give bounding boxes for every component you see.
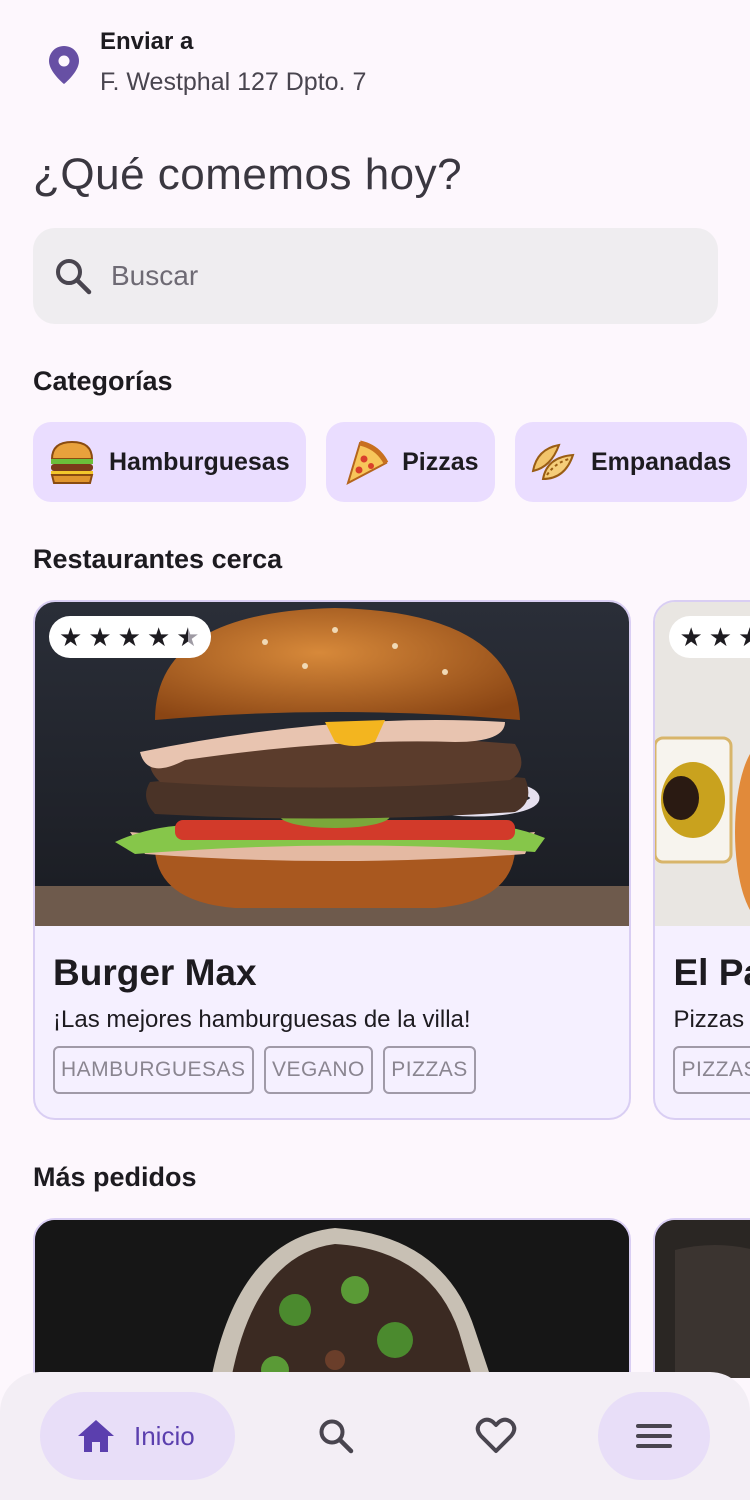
nav-favorites-button[interactable] [452, 1392, 540, 1480]
empanada-icon [531, 443, 575, 481]
category-chip-hamburguesas[interactable]: Hamburguesas [33, 422, 306, 502]
popular-carousel[interactable] [33, 1218, 750, 1378]
star-icon: ★ [679, 622, 703, 652]
menu-icon [636, 1424, 672, 1448]
nav-menu-button[interactable] [598, 1392, 710, 1480]
heart-icon [475, 1417, 517, 1453]
star-icon: ★ [59, 622, 83, 652]
tag: PIZZAS [383, 1046, 476, 1094]
nav-home-button[interactable]: Inicio [40, 1392, 235, 1480]
restaurant-image: ★ ★ ★ [655, 602, 750, 926]
restaurant-description: ¡Las mejores hamburguesas de la villa! [53, 1006, 471, 1033]
burger-icon [50, 440, 94, 484]
categories-heading: Categorías [33, 366, 173, 396]
search-icon [56, 259, 92, 295]
search-input[interactable] [111, 254, 671, 298]
restaurant-card[interactable]: ★ ★ ★ El Pa Pizzas PIZZAS [653, 600, 750, 1120]
star-icon: ★ [708, 622, 733, 652]
search-bar[interactable] [33, 228, 718, 324]
category-chip-empanadas[interactable]: Empanadas [514, 422, 748, 502]
star-icon: ★ [117, 622, 141, 652]
popular-card[interactable] [33, 1218, 631, 1378]
category-label: Hamburguesas [109, 447, 290, 476]
star-icon: ★ [738, 624, 750, 650]
star-half-icon: ★ [176, 622, 200, 652]
popular-heading: Más pedidos [33, 1162, 197, 1192]
category-chip-pizzas[interactable]: Pizzas [326, 422, 495, 502]
tag: PIZZAS [673, 1046, 750, 1094]
star-icon: ★ [88, 622, 112, 652]
rating-badge: ★ ★ ★ [669, 616, 750, 658]
category-chips: Hamburguesas Pizzas Empanadas [33, 422, 750, 502]
page-title: ¿Qué comemos hoy? [33, 150, 463, 199]
restaurants-heading: Restaurantes cerca [33, 544, 283, 574]
popular-card[interactable] [653, 1218, 750, 1378]
search-icon [319, 1419, 354, 1454]
basket-photo [655, 1220, 750, 1378]
location-pin-icon [49, 46, 79, 84]
bottom-navigation: Inicio [0, 1372, 750, 1500]
restaurant-description: Pizzas [673, 1006, 745, 1033]
header: Enviar a F. Westphal 127 Dpto. 7 [0, 0, 750, 130]
tag: VEGANO [263, 1046, 373, 1094]
restaurant-name: El Pa [673, 952, 750, 993]
pizza-icon [346, 440, 389, 485]
restaurant-info: Burger Max ¡Las mejores hamburguesas de … [35, 926, 629, 1118]
delivery-address[interactable]: F. Westphal 127 Dpto. 7 [100, 68, 366, 97]
rating-badge: ★ ★ ★ ★ ★ [49, 616, 211, 658]
restaurant-tags: PIZZAS [673, 1046, 750, 1094]
star-icon: ★ [146, 622, 171, 652]
restaurant-card[interactable]: ★ ★ ★ ★ ★ Burger Max ¡Las mejores hambur… [33, 600, 631, 1120]
nav-home-label: Inicio [134, 1420, 195, 1451]
restaurants-carousel[interactable]: ★ ★ ★ ★ ★ Burger Max ¡Las mejores hambur… [33, 600, 750, 1120]
pizza-photo [35, 1220, 629, 1378]
category-label: Empanadas [590, 447, 732, 476]
restaurant-tags: HAMBURGUESAS VEGANO PIZZAS [53, 1046, 611, 1094]
restaurant-name: Burger Max [53, 952, 257, 993]
tag: HAMBURGUESAS [53, 1046, 254, 1094]
restaurant-info: El Pa Pizzas PIZZAS [655, 926, 750, 1118]
ship-to-label: Enviar a [100, 28, 194, 55]
category-label: Pizzas [402, 447, 479, 476]
restaurant-image: ★ ★ ★ ★ ★ [35, 602, 629, 926]
nav-search-button[interactable] [292, 1392, 380, 1480]
home-icon [78, 1420, 114, 1452]
